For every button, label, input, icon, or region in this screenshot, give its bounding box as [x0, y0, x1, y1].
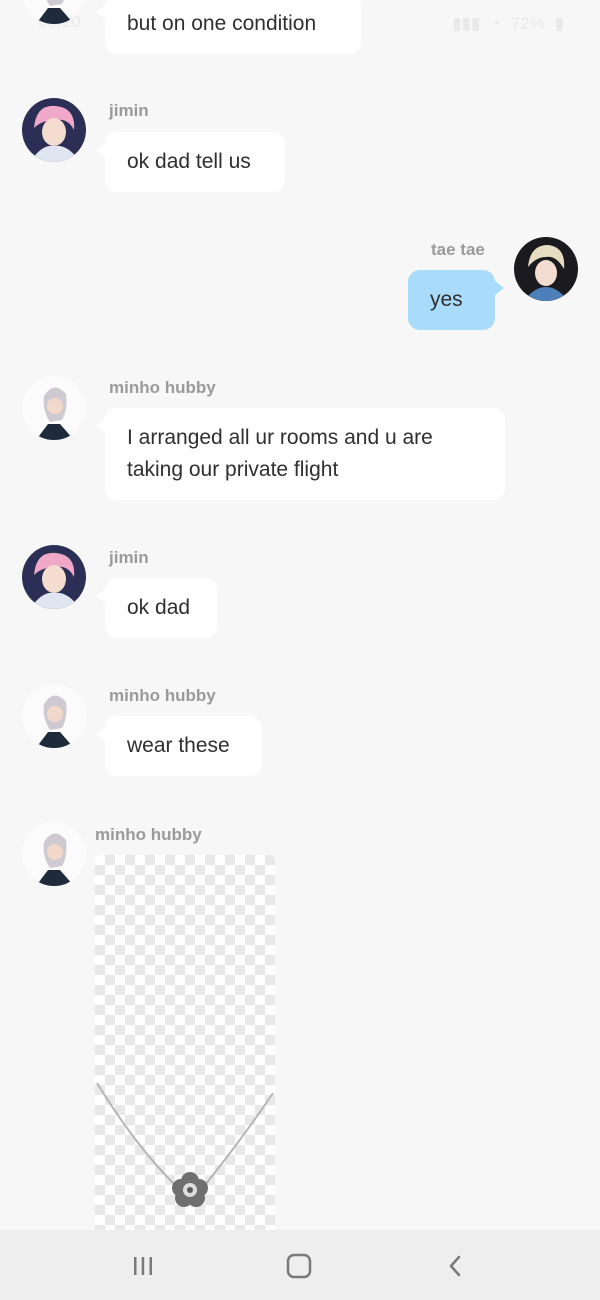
necklace-icon: [96, 1082, 274, 1207]
necklace-image[interactable]: [95, 855, 275, 1230]
avatar-minho[interactable]: [22, 0, 86, 24]
back-button[interactable]: [436, 1250, 476, 1282]
message-bubble[interactable]: yes: [408, 270, 504, 330]
message-bubble[interactable]: ok dad: [96, 578, 217, 638]
sender-name: minho hubby: [95, 825, 202, 844]
avatar-tae[interactable]: [514, 237, 578, 301]
sender-name: minho hubby: [109, 686, 216, 705]
message-text: wear these: [127, 734, 230, 757]
avatar-jimin[interactable]: [22, 545, 86, 609]
home-button[interactable]: [279, 1250, 319, 1282]
back-icon: [449, 1255, 461, 1277]
sender-name: jimin: [109, 548, 149, 567]
home-icon: [286, 1253, 312, 1279]
chat-thread[interactable]: but on one condition jimin ok dad tell u…: [0, 0, 600, 1230]
sender-name: tae tae: [431, 240, 485, 259]
avatar-jimin[interactable]: [22, 98, 86, 162]
recents-button[interactable]: [123, 1250, 163, 1282]
message-text: ok dad: [127, 596, 191, 619]
message-bubble[interactable]: but on one condition: [96, 0, 361, 54]
message-bubble[interactable]: ok dad tell us: [96, 132, 285, 192]
message-text: ok dad tell us: [127, 150, 251, 173]
sender-name: minho hubby: [109, 378, 216, 397]
message-text: yes: [430, 288, 463, 311]
message-text: but on one condition: [127, 12, 317, 35]
avatar-minho[interactable]: [22, 376, 86, 440]
message-text: I arranged all ur rooms and u are taking…: [127, 426, 433, 481]
message-bubble[interactable]: I arranged all ur rooms and u are taking…: [96, 408, 505, 500]
recents-icon: [134, 1257, 152, 1275]
avatar-minho[interactable]: [22, 822, 86, 886]
avatar-minho[interactable]: [22, 684, 86, 748]
navigation-bar: [0, 1230, 600, 1300]
sender-name: jimin: [109, 101, 149, 120]
message-bubble[interactable]: wear these: [96, 716, 262, 776]
